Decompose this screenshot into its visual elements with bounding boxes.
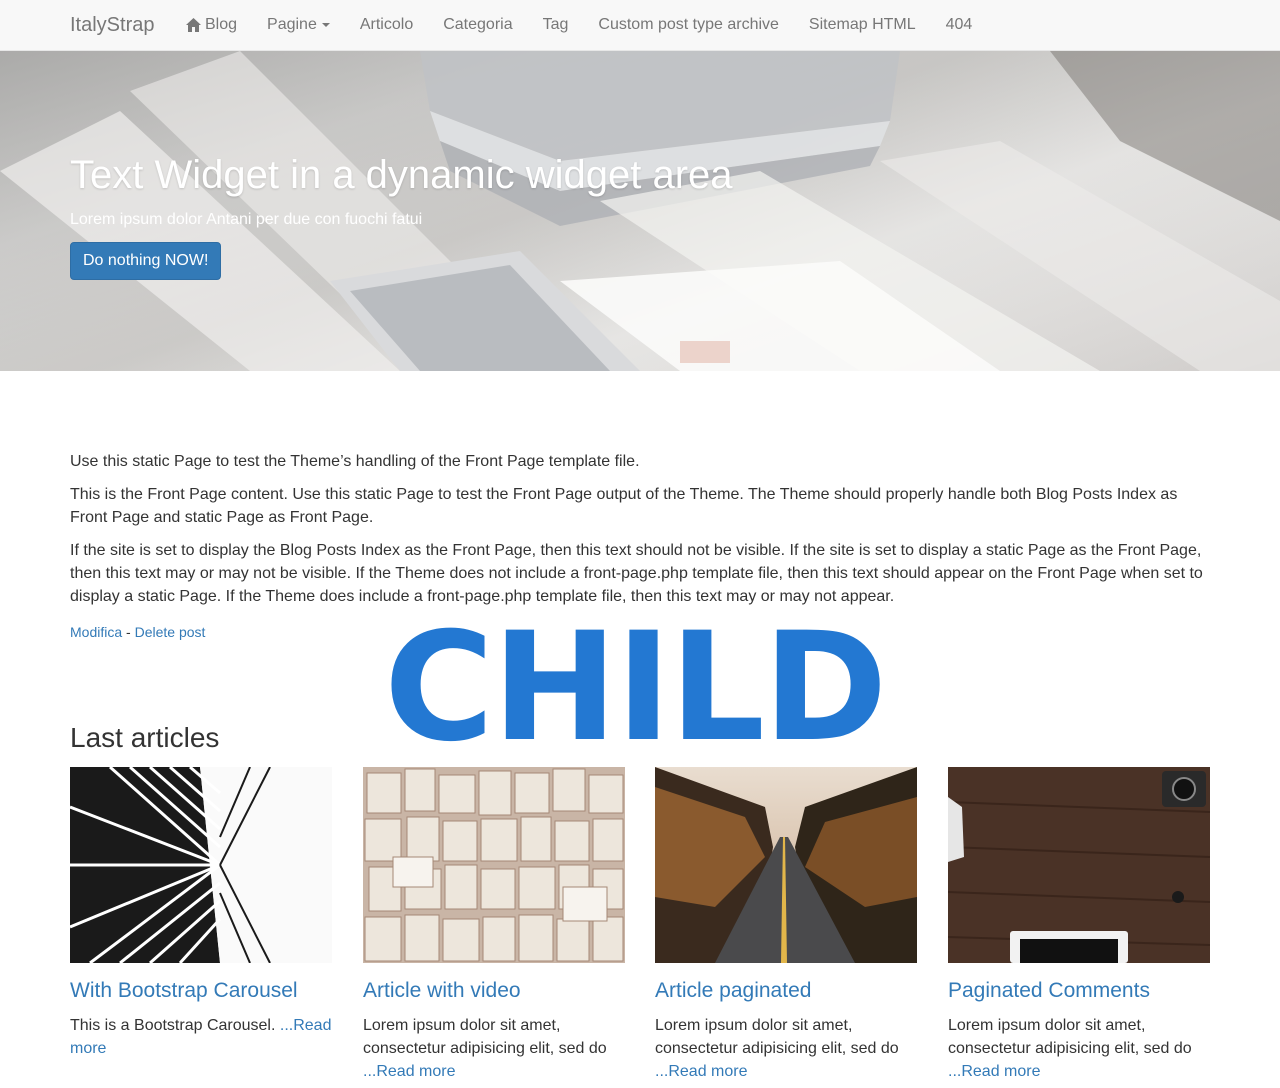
excerpt-text: This is a Bootstrap Carousel. [70,1017,280,1034]
link-separator: - [122,624,135,640]
nav-item-label: Blog [205,16,238,33]
nav-item-tag[interactable]: Tag [528,0,584,50]
article-excerpt: Lorem ipsum dolor sit amet, consectetur … [363,1014,625,1083]
nav-item-label: Custom post type archive [598,16,779,33]
delete-post-link[interactable]: Delete post [135,624,206,640]
hero-banner: Text Widget in a dynamic widget area Lor… [0,51,1280,371]
article-title-link[interactable]: Paginated Comments [948,977,1210,1004]
content-paragraph: If the site is set to display the Blog P… [70,542,1203,605]
nav-item-label: Articolo [359,16,414,33]
article-title-link[interactable]: Article with video [363,977,625,1004]
article-excerpt: This is a Bootstrap Carousel. ...Read mo… [70,1014,332,1060]
read-more-link[interactable]: ...Read more [363,1063,455,1080]
article-card: Article with video Lorem ipsum dolor sit… [363,767,625,1083]
brand-link[interactable]: ItalyStrap [70,14,154,37]
nav-item-pagine[interactable]: Pagine [252,0,345,50]
excerpt-text: Lorem ipsum dolor sit amet, consectetur … [655,1017,899,1057]
nav-item-categoria[interactable]: Categoria [428,0,527,50]
home-icon [186,18,201,32]
nav-item-label: 404 [945,16,973,33]
page-content: Use this static Page to test the Theme’s… [70,450,1210,618]
edit-link[interactable]: Modifica [70,624,122,640]
nav-item-blog[interactable]: Blog [170,0,252,50]
excerpt-text: Lorem ipsum dolor sit amet, consectetur … [948,1017,1192,1057]
article-card: Paginated Comments Lorem ipsum dolor sit… [948,767,1210,1083]
child-watermark: CHILD [384,601,888,775]
read-more-link[interactable]: ...Read more [655,1063,747,1080]
article-card: With Bootstrap Carousel This is a Bootst… [70,767,332,1060]
content-paragraph: This is the Front Page content. Use this… [70,486,1178,526]
nav-item-custom-post-type-archive[interactable]: Custom post type archive [583,0,794,50]
nav-item-label: Sitemap HTML [808,16,916,33]
article-title-link[interactable]: Article paginated [655,977,917,1004]
article-excerpt: Lorem ipsum dolor sit amet, consectetur … [948,1014,1210,1083]
excerpt-text: Lorem ipsum dolor sit amet, consectetur … [363,1017,607,1057]
do-nothing-button[interactable]: Do nothing NOW! [70,242,222,280]
nav-item-label: Categoria [443,16,513,33]
nav-item-404[interactable]: 404 [931,0,988,50]
nav-item-sitemap-html[interactable]: Sitemap HTML [794,0,931,50]
article-thumbnail[interactable] [70,767,332,963]
main-nav: Blog Pagine Articolo Categoria Tag Custo… [170,0,987,50]
hero-subtitle: Lorem ipsum dolor Antani per due con fuo… [70,211,423,228]
article-excerpt: Lorem ipsum dolor sit amet, consectetur … [655,1014,917,1083]
last-articles-title: Last articles [70,722,220,753]
article-title-link[interactable]: With Bootstrap Carousel [70,977,332,1004]
hero-title: Text Widget in a dynamic widget area [70,153,733,197]
caret-down-icon [321,23,330,27]
article-card: Article paginated Lorem ipsum dolor sit … [655,767,917,1083]
content-paragraph: Use this static Page to test the Theme’s… [70,453,640,470]
nav-item-label: Tag [542,16,569,33]
navbar: ItalyStrap Blog Pagine Articolo Categori… [0,0,1280,51]
article-thumbnail[interactable] [655,767,917,963]
article-thumbnail[interactable] [948,767,1210,963]
nav-item-articolo[interactable]: Articolo [345,0,428,50]
post-edit-links: Modifica - Delete post [70,624,205,640]
read-more-link[interactable]: ...Read more [948,1063,1040,1080]
nav-item-label: Pagine [267,16,317,33]
article-thumbnail[interactable] [363,767,625,963]
